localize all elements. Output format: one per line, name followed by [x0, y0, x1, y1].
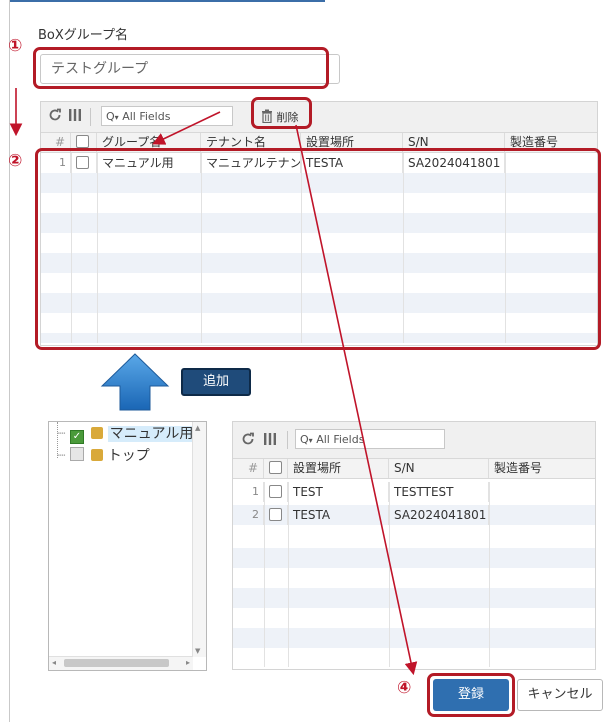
- group-name-label: BoXグループ名: [38, 28, 128, 43]
- highlight-box-register: [427, 673, 515, 717]
- cell-sn: TESTTEST: [389, 482, 489, 502]
- annotation-step-2: ②: [8, 151, 23, 171]
- row-number: 2: [233, 505, 264, 525]
- tree-item-label: トップ: [107, 448, 150, 464]
- toolbar-separator: [90, 108, 91, 126]
- header-location[interactable]: 設置場所: [288, 459, 389, 478]
- scroll-down-icon[interactable]: ▼: [195, 647, 200, 655]
- cell-location: TEST: [288, 482, 389, 502]
- cell-serial-number: [489, 482, 595, 502]
- scroll-left-icon[interactable]: ◂: [52, 658, 56, 667]
- column-divider: [389, 482, 390, 667]
- dialog-left-border: [9, 0, 10, 722]
- highlight-box-group-grid: [35, 148, 601, 350]
- tree-branch: ┈: [57, 448, 66, 464]
- header-select-all[interactable]: [264, 459, 288, 478]
- vertical-scrollbar[interactable]: ▲ ▼: [192, 422, 206, 657]
- header-serial-number[interactable]: 製造番号: [489, 459, 595, 478]
- select-all-checkbox[interactable]: [76, 135, 89, 148]
- row-checkbox-cell[interactable]: [264, 482, 288, 502]
- column-divider: [288, 482, 289, 667]
- scroll-up-icon[interactable]: ▲: [195, 424, 200, 432]
- add-button[interactable]: 追加: [181, 368, 251, 396]
- group-tree: ┈ ✓ マニュアル用 ┈ トップ ▲ ▼ ◂ ▸: [48, 421, 207, 671]
- folder-icon: [91, 449, 104, 461]
- column-divider: [489, 482, 490, 667]
- grid-toolbar: Q▾ All Fields 削除: [41, 102, 597, 133]
- up-arrow-icon: [100, 352, 170, 416]
- annotation-step-4: ④: [397, 678, 412, 698]
- search-input[interactable]: Q▾ All Fields: [101, 106, 233, 126]
- row-checkbox[interactable]: [269, 485, 282, 498]
- dialog-top-border: [10, 0, 325, 2]
- device-grid: Q▾ All Fields # 設置場所 S/N 製造番号 1 TEST TES…: [232, 421, 596, 670]
- highlight-box-group-name: [33, 47, 329, 89]
- column-divider: [264, 482, 265, 667]
- device-grid-toolbar: Q▾ All Fields: [233, 422, 595, 459]
- annotation-step-1: ①: [8, 36, 23, 56]
- cell-location: TESTA: [288, 505, 389, 525]
- cell-serial-number: [489, 505, 595, 525]
- tree-item-manual[interactable]: ┈ ✓ マニュアル用: [57, 424, 196, 444]
- search-placeholder: All Fields: [122, 110, 171, 123]
- checked-checkbox-icon[interactable]: ✓: [69, 430, 84, 444]
- search-icon: Q▾: [106, 110, 119, 123]
- row-checkbox-cell[interactable]: [264, 505, 288, 525]
- search-icon: Q▾: [300, 433, 313, 446]
- select-all-checkbox[interactable]: [269, 461, 282, 474]
- columns-icon[interactable]: [68, 108, 82, 126]
- header-sn[interactable]: S/N: [389, 459, 489, 478]
- search-input[interactable]: Q▾ All Fields: [295, 429, 445, 449]
- device-grid-body: 1 TEST TESTTEST 2 TESTA SA2024041801: [233, 482, 595, 667]
- columns-icon[interactable]: [263, 432, 277, 450]
- row-number: 1: [233, 482, 264, 502]
- refresh-icon[interactable]: [48, 108, 62, 126]
- device-grid-header: # 設置場所 S/N 製造番号: [233, 459, 595, 479]
- cancel-button[interactable]: キャンセル: [517, 679, 603, 711]
- scroll-right-icon[interactable]: ▸: [186, 658, 190, 667]
- cell-sn: SA2024041801: [389, 505, 489, 525]
- refresh-icon[interactable]: [241, 432, 255, 450]
- folder-icon: [91, 427, 104, 439]
- toolbar-separator: [287, 431, 288, 449]
- row-checkbox[interactable]: [269, 508, 282, 521]
- search-placeholder: All Fields: [316, 433, 365, 446]
- header-rownum: #: [233, 459, 264, 478]
- checkbox-icon[interactable]: [69, 447, 84, 461]
- tree-branch: ┈: [57, 426, 66, 442]
- highlight-box-delete: [251, 97, 312, 129]
- horizontal-scrollbar[interactable]: ◂ ▸: [49, 656, 193, 670]
- scroll-thumb[interactable]: [64, 659, 169, 667]
- tree-item-label: マニュアル用: [107, 426, 196, 442]
- tree-item-top[interactable]: ┈ トップ: [57, 446, 150, 466]
